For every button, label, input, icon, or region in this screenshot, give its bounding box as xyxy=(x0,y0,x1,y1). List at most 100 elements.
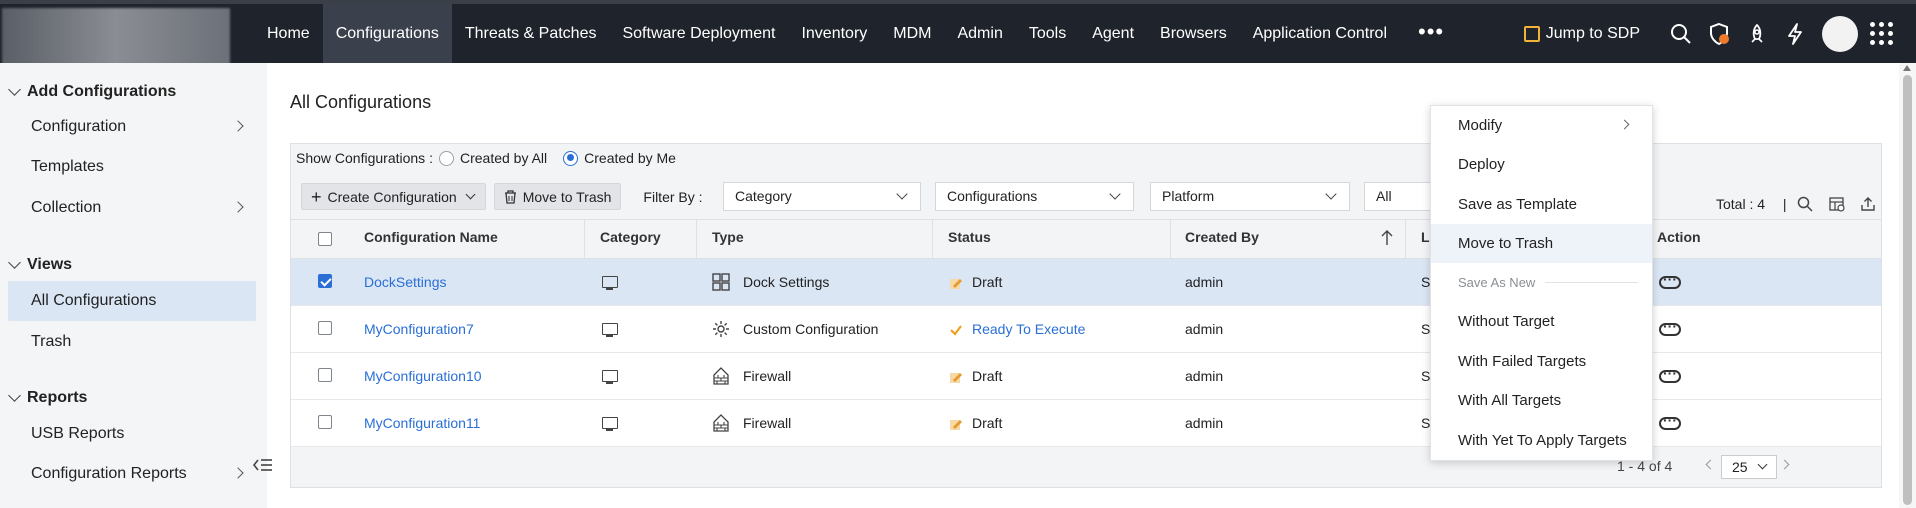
sidebar-item-configuration-reports[interactable]: Configuration Reports xyxy=(8,454,256,494)
menu-item-move-to-trash[interactable]: Move to Trash xyxy=(1431,224,1652,263)
column-header-category[interactable]: Category xyxy=(600,229,661,245)
nav-agent[interactable]: Agent xyxy=(1079,4,1147,63)
column-header-status[interactable]: Status xyxy=(948,229,991,245)
row-checkbox[interactable] xyxy=(318,415,332,429)
checkmark-icon xyxy=(950,325,962,336)
chevron-down-icon xyxy=(1325,188,1337,200)
scroll-up-icon[interactable] xyxy=(1903,65,1911,71)
column-header-name[interactable]: Configuration Name xyxy=(364,229,498,245)
product-logo[interactable] xyxy=(2,8,230,65)
sidebar-section-reports[interactable]: Reports xyxy=(8,389,87,407)
sidebar-item-all-configurations[interactable]: All Configurations xyxy=(8,281,256,321)
avatar[interactable] xyxy=(1822,15,1858,52)
total-separator: | xyxy=(1782,196,1787,212)
type-label: Firewall xyxy=(743,368,792,384)
sidebar-item-trash[interactable]: Trash xyxy=(8,322,256,362)
menu-item-save-as-template[interactable]: Save as Template xyxy=(1431,185,1652,224)
menu-item-with-all-targets[interactable]: With All Targets xyxy=(1431,381,1652,420)
menu-item-label: With Failed Targets xyxy=(1458,353,1587,370)
nav-mdm[interactable]: MDM xyxy=(880,4,944,63)
sidebar-item-usb-reports[interactable]: USB Reports xyxy=(8,414,256,454)
app-grid-icon[interactable] xyxy=(1870,21,1894,46)
column-header-type[interactable]: Type xyxy=(712,229,744,245)
row-checkbox[interactable] xyxy=(318,274,332,288)
create-configuration-button[interactable]: + Create Configuration xyxy=(301,183,486,210)
status-label: Draft xyxy=(972,415,1003,431)
lightning-icon[interactable] xyxy=(1776,22,1814,45)
chevron-down-icon xyxy=(8,83,21,96)
nav-application-control[interactable]: Application Control xyxy=(1240,4,1400,63)
sidebar-section-add-configurations[interactable]: Add Configurations xyxy=(8,83,176,101)
last-column-value: S xyxy=(1421,368,1431,384)
menu-item-label: Without Target xyxy=(1458,313,1555,330)
more-actions-icon[interactable] xyxy=(1659,318,1681,336)
chevron-down-icon xyxy=(465,189,476,200)
nav-right-tools: Jump to SDP xyxy=(1523,4,1916,63)
move-to-trash-button[interactable]: Move to Trash xyxy=(493,183,622,210)
save-as-new-header: Save As New xyxy=(1458,275,1638,290)
per-page-select[interactable]: 25 xyxy=(1721,455,1777,479)
configurations-filter-select[interactable]: Configurations xyxy=(935,182,1134,211)
sidebar-section-views[interactable]: Views xyxy=(8,256,72,274)
column-chooser-icon[interactable] xyxy=(1829,196,1845,212)
radio-created-by-all[interactable] xyxy=(438,150,454,166)
nav-software-deployment[interactable]: Software Deployment xyxy=(609,4,788,63)
radio-created-by-me-label[interactable]: Created by Me xyxy=(584,150,676,166)
configuration-name-link[interactable]: MyConfiguration10 xyxy=(364,368,482,384)
more-actions-icon[interactable] xyxy=(1659,412,1681,430)
menu-item-deploy[interactable]: Deploy xyxy=(1431,145,1652,184)
nav-home[interactable]: Home xyxy=(254,4,323,63)
nav-tools[interactable]: Tools xyxy=(1016,4,1079,63)
page-title: All Configurations xyxy=(290,92,432,112)
search-icon[interactable] xyxy=(1797,196,1813,212)
nav-configurations[interactable]: Configurations xyxy=(322,4,452,63)
nav-browsers[interactable]: Browsers xyxy=(1147,4,1240,63)
search-icon[interactable] xyxy=(1662,23,1700,45)
collapse-sidebar-icon[interactable] xyxy=(252,455,274,477)
configuration-name-link[interactable]: MyConfiguration7 xyxy=(364,321,474,337)
category-filter-select[interactable]: Category xyxy=(723,182,921,211)
menu-item-without-target[interactable]: Without Target xyxy=(1431,302,1652,341)
configuration-name-link[interactable]: DockSettings xyxy=(364,274,446,290)
nav-threats-patches[interactable]: Threats & Patches xyxy=(452,4,610,63)
menu-item-with-yet-to-apply-targets[interactable]: With Yet To Apply Targets xyxy=(1431,421,1652,460)
menu-item-modify[interactable]: Modify xyxy=(1431,106,1652,145)
row-checkbox[interactable] xyxy=(318,321,332,335)
menu-item-label: With Yet To Apply Targets xyxy=(1458,432,1627,449)
row-checkbox[interactable] xyxy=(318,368,332,382)
sidebar-item-collection[interactable]: Collection xyxy=(8,188,256,228)
scrollbar-thumb[interactable] xyxy=(1903,75,1912,505)
radio-created-by-all-label[interactable]: Created by All xyxy=(460,150,547,166)
sidebar-item-templates[interactable]: Templates xyxy=(8,147,256,187)
more-actions-icon[interactable] xyxy=(1659,365,1681,383)
status-label: Draft xyxy=(972,368,1003,384)
sidebar-item-label: Templates xyxy=(31,158,104,175)
main-nav: Home Configurations Threats & Patches So… xyxy=(254,4,1462,63)
shield-icon[interactable] xyxy=(1700,22,1738,46)
sort-ascending-icon[interactable] xyxy=(1381,230,1393,246)
sdp-icon xyxy=(1523,25,1540,42)
rocket-icon[interactable] xyxy=(1738,23,1776,45)
configuration-name-link[interactable]: MyConfiguration11 xyxy=(364,415,480,431)
nav-inventory[interactable]: Inventory xyxy=(788,4,880,63)
nav-more-icon[interactable]: ••• xyxy=(1400,4,1462,63)
nav-admin[interactable]: Admin xyxy=(944,4,1015,63)
jump-to-sdp-link[interactable]: Jump to SDP xyxy=(1523,25,1640,43)
menu-item-with-failed-targets[interactable]: With Failed Targets xyxy=(1431,342,1652,381)
select-all-checkbox[interactable] xyxy=(318,232,332,246)
export-icon[interactable] xyxy=(1860,196,1876,212)
sidebar-item-configuration[interactable]: Configuration xyxy=(8,107,256,147)
column-header-created-by[interactable]: Created By xyxy=(1185,229,1259,245)
page-scrollbar[interactable] xyxy=(1899,63,1916,508)
more-actions-icon[interactable] xyxy=(1659,271,1681,289)
status-filter-select[interactable]: All Status xyxy=(1364,182,1434,211)
firewall-icon xyxy=(713,367,729,385)
computer-icon xyxy=(602,323,618,337)
total-label: Total : 4 xyxy=(1716,196,1766,212)
column-header-last[interactable]: L xyxy=(1421,229,1430,245)
platform-filter-select[interactable]: Platform xyxy=(1150,182,1350,211)
created-by-label: admin xyxy=(1185,415,1224,431)
radio-created-by-me[interactable] xyxy=(563,150,579,166)
filter-by-label: Filter By : xyxy=(643,188,703,205)
table-toolbar: + Create Configuration Move to Trash Fil… xyxy=(301,183,703,210)
